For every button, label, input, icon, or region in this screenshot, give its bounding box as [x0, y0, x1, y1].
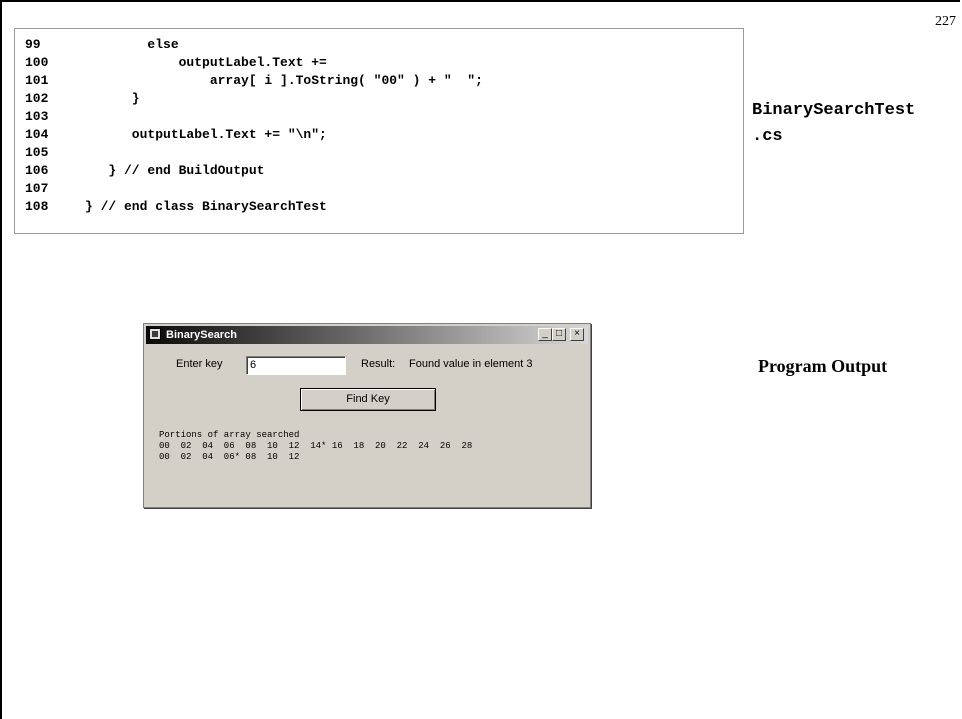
line-number: 105 — [25, 145, 49, 160]
title-bar[interactable]: BinarySearch _ □ × — [146, 326, 588, 344]
code-line: 104 outputLabel.Text += "\n"; — [25, 127, 327, 145]
maximize-button[interactable]: □ — [552, 328, 566, 341]
output-line: 00 02 04 06 08 10 12 14* 16 18 20 22 24 … — [159, 441, 473, 451]
code-line: 106 } // end BuildOutput — [25, 163, 264, 181]
line-number: 100 — [25, 55, 49, 70]
line-number: 106 — [25, 163, 49, 178]
line-number: 102 — [25, 91, 49, 106]
output-line: Portions of array searched — [159, 430, 300, 440]
page-number: 227 — [935, 14, 956, 29]
code-text: } // end class BinarySearchTest — [85, 199, 327, 214]
app-icon — [149, 328, 161, 340]
enter-key-label: Enter key — [176, 358, 223, 370]
code-text: outputLabel.Text += "\n"; — [85, 127, 327, 142]
code-text: array[ i ].ToString( "00" ) + " "; — [85, 73, 483, 88]
key-input[interactable]: 6 — [246, 356, 346, 375]
line-number: 107 — [25, 181, 49, 196]
code-text: } // end BuildOutput — [85, 163, 265, 178]
minimize-button[interactable]: _ — [538, 328, 552, 341]
code-text: else — [85, 37, 179, 52]
code-text: } — [85, 91, 140, 106]
window-title: BinarySearch — [166, 329, 237, 341]
line-number: 103 — [25, 109, 49, 124]
code-line: 107 — [25, 181, 85, 199]
code-line: 108 } // end class BinarySearchTest — [25, 199, 327, 217]
code-line: 102 } — [25, 91, 140, 109]
file-name-label: BinarySearchTest .cs — [752, 101, 916, 146]
result-text: Found value in element 3 — [409, 358, 533, 370]
code-line: 103 — [25, 109, 85, 127]
line-number: 108 — [25, 199, 49, 214]
code-line: 101 array[ i ].ToString( "00" ) + " "; — [25, 73, 483, 91]
code-line: 99 else — [25, 37, 179, 55]
find-key-button[interactable]: Find Key — [300, 388, 436, 411]
line-number: 99 — [25, 37, 41, 52]
code-listing: 99 else 100 outputLabel.Text += 101 arra… — [14, 28, 744, 234]
output-line: 00 02 04 06* 08 10 12 — [159, 452, 300, 462]
line-number: 104 — [25, 127, 49, 142]
result-label: Result: — [361, 358, 396, 370]
code-text: outputLabel.Text += — [85, 55, 327, 70]
close-button[interactable]: × — [570, 328, 584, 341]
program-output-label: Program Output — [758, 356, 888, 376]
code-line: 105 — [25, 145, 85, 163]
line-number: 101 — [25, 73, 49, 88]
binary-search-window: BinarySearch _ □ × Enter key 6 Result: F… — [143, 323, 591, 508]
code-line: 100 outputLabel.Text += — [25, 55, 327, 73]
